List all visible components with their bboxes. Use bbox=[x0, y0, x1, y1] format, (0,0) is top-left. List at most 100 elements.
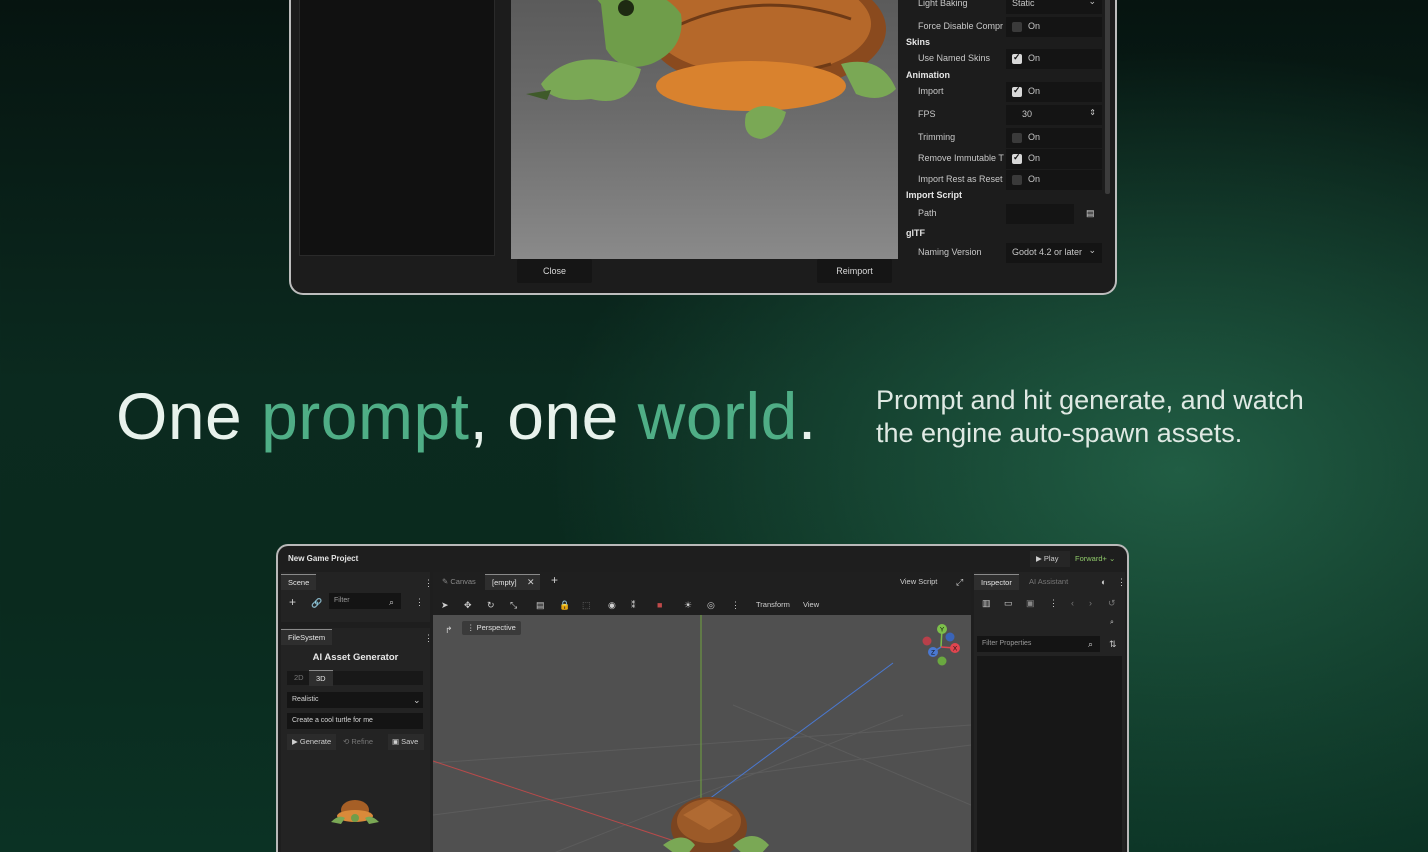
renderer-select[interactable]: Forward+ ⌄ bbox=[1075, 551, 1115, 567]
view-menu[interactable]: View bbox=[803, 597, 819, 613]
checkbox[interactable] bbox=[1012, 85, 1022, 97]
checkbox-label: On bbox=[1028, 153, 1041, 163]
file-browse-icon[interactable]: ▤ bbox=[1086, 208, 1095, 219]
prop-value-field[interactable]: On bbox=[1006, 128, 1102, 148]
tab-inspector[interactable]: Inspector bbox=[974, 574, 1019, 590]
add-node-icon[interactable]: + bbox=[289, 596, 296, 608]
prop-value-field[interactable]: On bbox=[1006, 82, 1102, 102]
section-skins: Skins bbox=[906, 37, 931, 47]
camera-preview-icon[interactable]: ■ bbox=[657, 600, 662, 610]
section-import-script: Import Script bbox=[906, 190, 963, 200]
import-dialog: Skins Animation Import Script glTF Light… bbox=[289, 0, 1117, 295]
back-icon[interactable]: ‹ bbox=[1071, 598, 1074, 608]
lock-icon[interactable]: 🔒 bbox=[559, 600, 570, 610]
prop-value-field[interactable]: Static ⌄ bbox=[1006, 0, 1102, 14]
select-tool-icon[interactable]: ➤ bbox=[441, 600, 449, 610]
filter-properties-input[interactable]: Filter Properties bbox=[977, 636, 1100, 652]
prop-value-field[interactable]: On bbox=[1006, 17, 1102, 37]
object-history-icon[interactable]: ↺ bbox=[1108, 598, 1116, 608]
open-folder-icon[interactable]: ▭ bbox=[1004, 598, 1013, 608]
refine-button[interactable]: ⟲ Refine bbox=[343, 734, 373, 750]
tab-ai-assistant[interactable]: AI Assistant bbox=[1022, 574, 1075, 590]
checkbox[interactable] bbox=[1012, 52, 1022, 64]
sun-icon[interactable]: ☀ bbox=[684, 600, 692, 610]
checkbox-label: On bbox=[1028, 53, 1041, 63]
tab-filesystem[interactable]: FileSystem bbox=[281, 629, 333, 645]
inspector-dock: Inspector AI Assistant ◐ ⋮ ▥ ▭ ▣ ⋮ ‹ › ↺… bbox=[974, 572, 1126, 852]
import-properties-panel: Skins Animation Import Script glTF Light… bbox=[901, 0, 1105, 263]
move-tool-icon[interactable]: ✥ bbox=[464, 600, 472, 610]
import-prop-row: Remove Immutable T On bbox=[901, 149, 1105, 169]
import-prop-row: Import Rest as Reset On bbox=[901, 170, 1105, 190]
sort-icon[interactable]: ⇅ bbox=[1109, 639, 1117, 649]
prop-value-field[interactable] bbox=[1006, 204, 1074, 224]
prop-label: Use Named Skins bbox=[918, 53, 991, 63]
checkbox-label: On bbox=[1028, 86, 1041, 96]
list-select-icon[interactable]: ▤ bbox=[536, 600, 545, 610]
more-vert-icon[interactable]: ⋮ bbox=[415, 597, 424, 607]
section-animation: Animation bbox=[906, 70, 950, 80]
more-vert-icon[interactable]: ⋮ bbox=[731, 600, 740, 610]
mode-3d-button[interactable]: 3D bbox=[309, 670, 333, 686]
mode-2d-button[interactable]: 2D bbox=[287, 670, 311, 686]
play-button[interactable]: ▶ Play bbox=[1030, 551, 1070, 567]
add-tab-icon[interactable]: + bbox=[551, 574, 558, 586]
tab-canvas[interactable]: ✎ Canvas bbox=[435, 574, 483, 590]
fullscreen-icon[interactable]: ⤢ bbox=[956, 577, 963, 587]
prop-value-field[interactable]: On bbox=[1006, 170, 1102, 190]
prop-value-field[interactable]: Godot 4.2 or later ⌄ bbox=[1006, 243, 1102, 263]
generate-button[interactable]: ▶ Generate bbox=[287, 734, 336, 750]
prompt-input[interactable]: Create a cool turtle for me bbox=[287, 713, 423, 729]
rotate-tool-icon[interactable]: ↻ bbox=[487, 600, 495, 610]
history-nav-icon[interactable]: ◐ bbox=[1101, 577, 1106, 587]
scale-tool-icon[interactable]: ⤡ bbox=[510, 600, 517, 610]
local-space-icon[interactable]: ◉ bbox=[608, 600, 616, 610]
turtle-thumbnail[interactable] bbox=[329, 796, 381, 828]
axis-gizmo[interactable]: Y X Z bbox=[919, 623, 965, 669]
checkbox[interactable] bbox=[1012, 175, 1022, 185]
save-button[interactable]: ▣ Save bbox=[388, 734, 424, 750]
forward-icon[interactable]: › bbox=[1089, 598, 1092, 608]
properties-scrollbar[interactable] bbox=[1105, 0, 1110, 194]
headline-accent-world: world bbox=[637, 379, 798, 453]
style-select[interactable]: Realistic bbox=[287, 692, 423, 708]
more-vert-icon[interactable]: ⋮ bbox=[424, 578, 433, 588]
prop-label: Remove Immutable T bbox=[918, 153, 1004, 163]
scene-tree-panel[interactable] bbox=[299, 0, 495, 256]
3d-viewport[interactable]: ↱ ⋮ Perspective Y X Z bbox=[433, 615, 971, 852]
more-vert-icon[interactable]: ⋮ bbox=[424, 633, 433, 643]
editor-window: New Game Project ▶ Play Forward+ ⌄ Scene… bbox=[276, 544, 1129, 852]
save-resource-icon[interactable]: ▣ bbox=[1026, 598, 1035, 608]
prop-value-field[interactable]: On bbox=[1006, 149, 1102, 169]
gizmo-y-label: Y bbox=[940, 627, 945, 634]
spin-value: 30 bbox=[1022, 109, 1033, 119]
tab-scene[interactable]: Scene bbox=[281, 574, 317, 590]
reimport-button[interactable]: Reimport bbox=[817, 259, 892, 283]
snap-icon[interactable]: ⁑ bbox=[631, 600, 636, 610]
new-resource-icon[interactable]: ▥ bbox=[982, 598, 991, 608]
view-script-button[interactable]: View Script bbox=[900, 574, 937, 590]
transform-menu[interactable]: Transform bbox=[756, 597, 790, 613]
link-icon[interactable]: 🔗 bbox=[311, 598, 322, 608]
spinner-icon[interactable]: ⇕ bbox=[1089, 108, 1096, 117]
docs-search-icon[interactable]: ⌕ bbox=[1110, 618, 1114, 628]
globe-icon[interactable]: ◎ bbox=[707, 600, 715, 610]
prop-value-field[interactable]: On bbox=[1006, 49, 1102, 69]
prop-value-field[interactable]: 30 ⇕ bbox=[1006, 105, 1102, 125]
import-prop-row: Use Named Skins On bbox=[901, 49, 1105, 69]
perspective-button[interactable]: ⋮ Perspective bbox=[462, 621, 521, 635]
prop-label: Naming Version bbox=[918, 247, 982, 257]
chevron-down-icon: ⌄ bbox=[1108, 554, 1116, 563]
close-icon[interactable]: ✕ bbox=[527, 577, 535, 587]
view-options-icon[interactable]: ↱ bbox=[445, 625, 453, 635]
checkbox[interactable] bbox=[1012, 22, 1022, 32]
checkbox[interactable] bbox=[1012, 152, 1022, 164]
more-vert-icon[interactable]: ⋮ bbox=[1117, 577, 1126, 587]
model-preview[interactable] bbox=[511, 0, 898, 259]
close-button[interactable]: Close bbox=[517, 259, 592, 283]
floppy-icon: ▣ bbox=[392, 737, 402, 746]
more-vert-icon[interactable]: ⋮ bbox=[1049, 598, 1058, 608]
chevron-down-icon: ⌄ bbox=[1088, 0, 1096, 6]
group-icon[interactable]: ⬚ bbox=[582, 600, 591, 610]
checkbox[interactable] bbox=[1012, 133, 1022, 143]
